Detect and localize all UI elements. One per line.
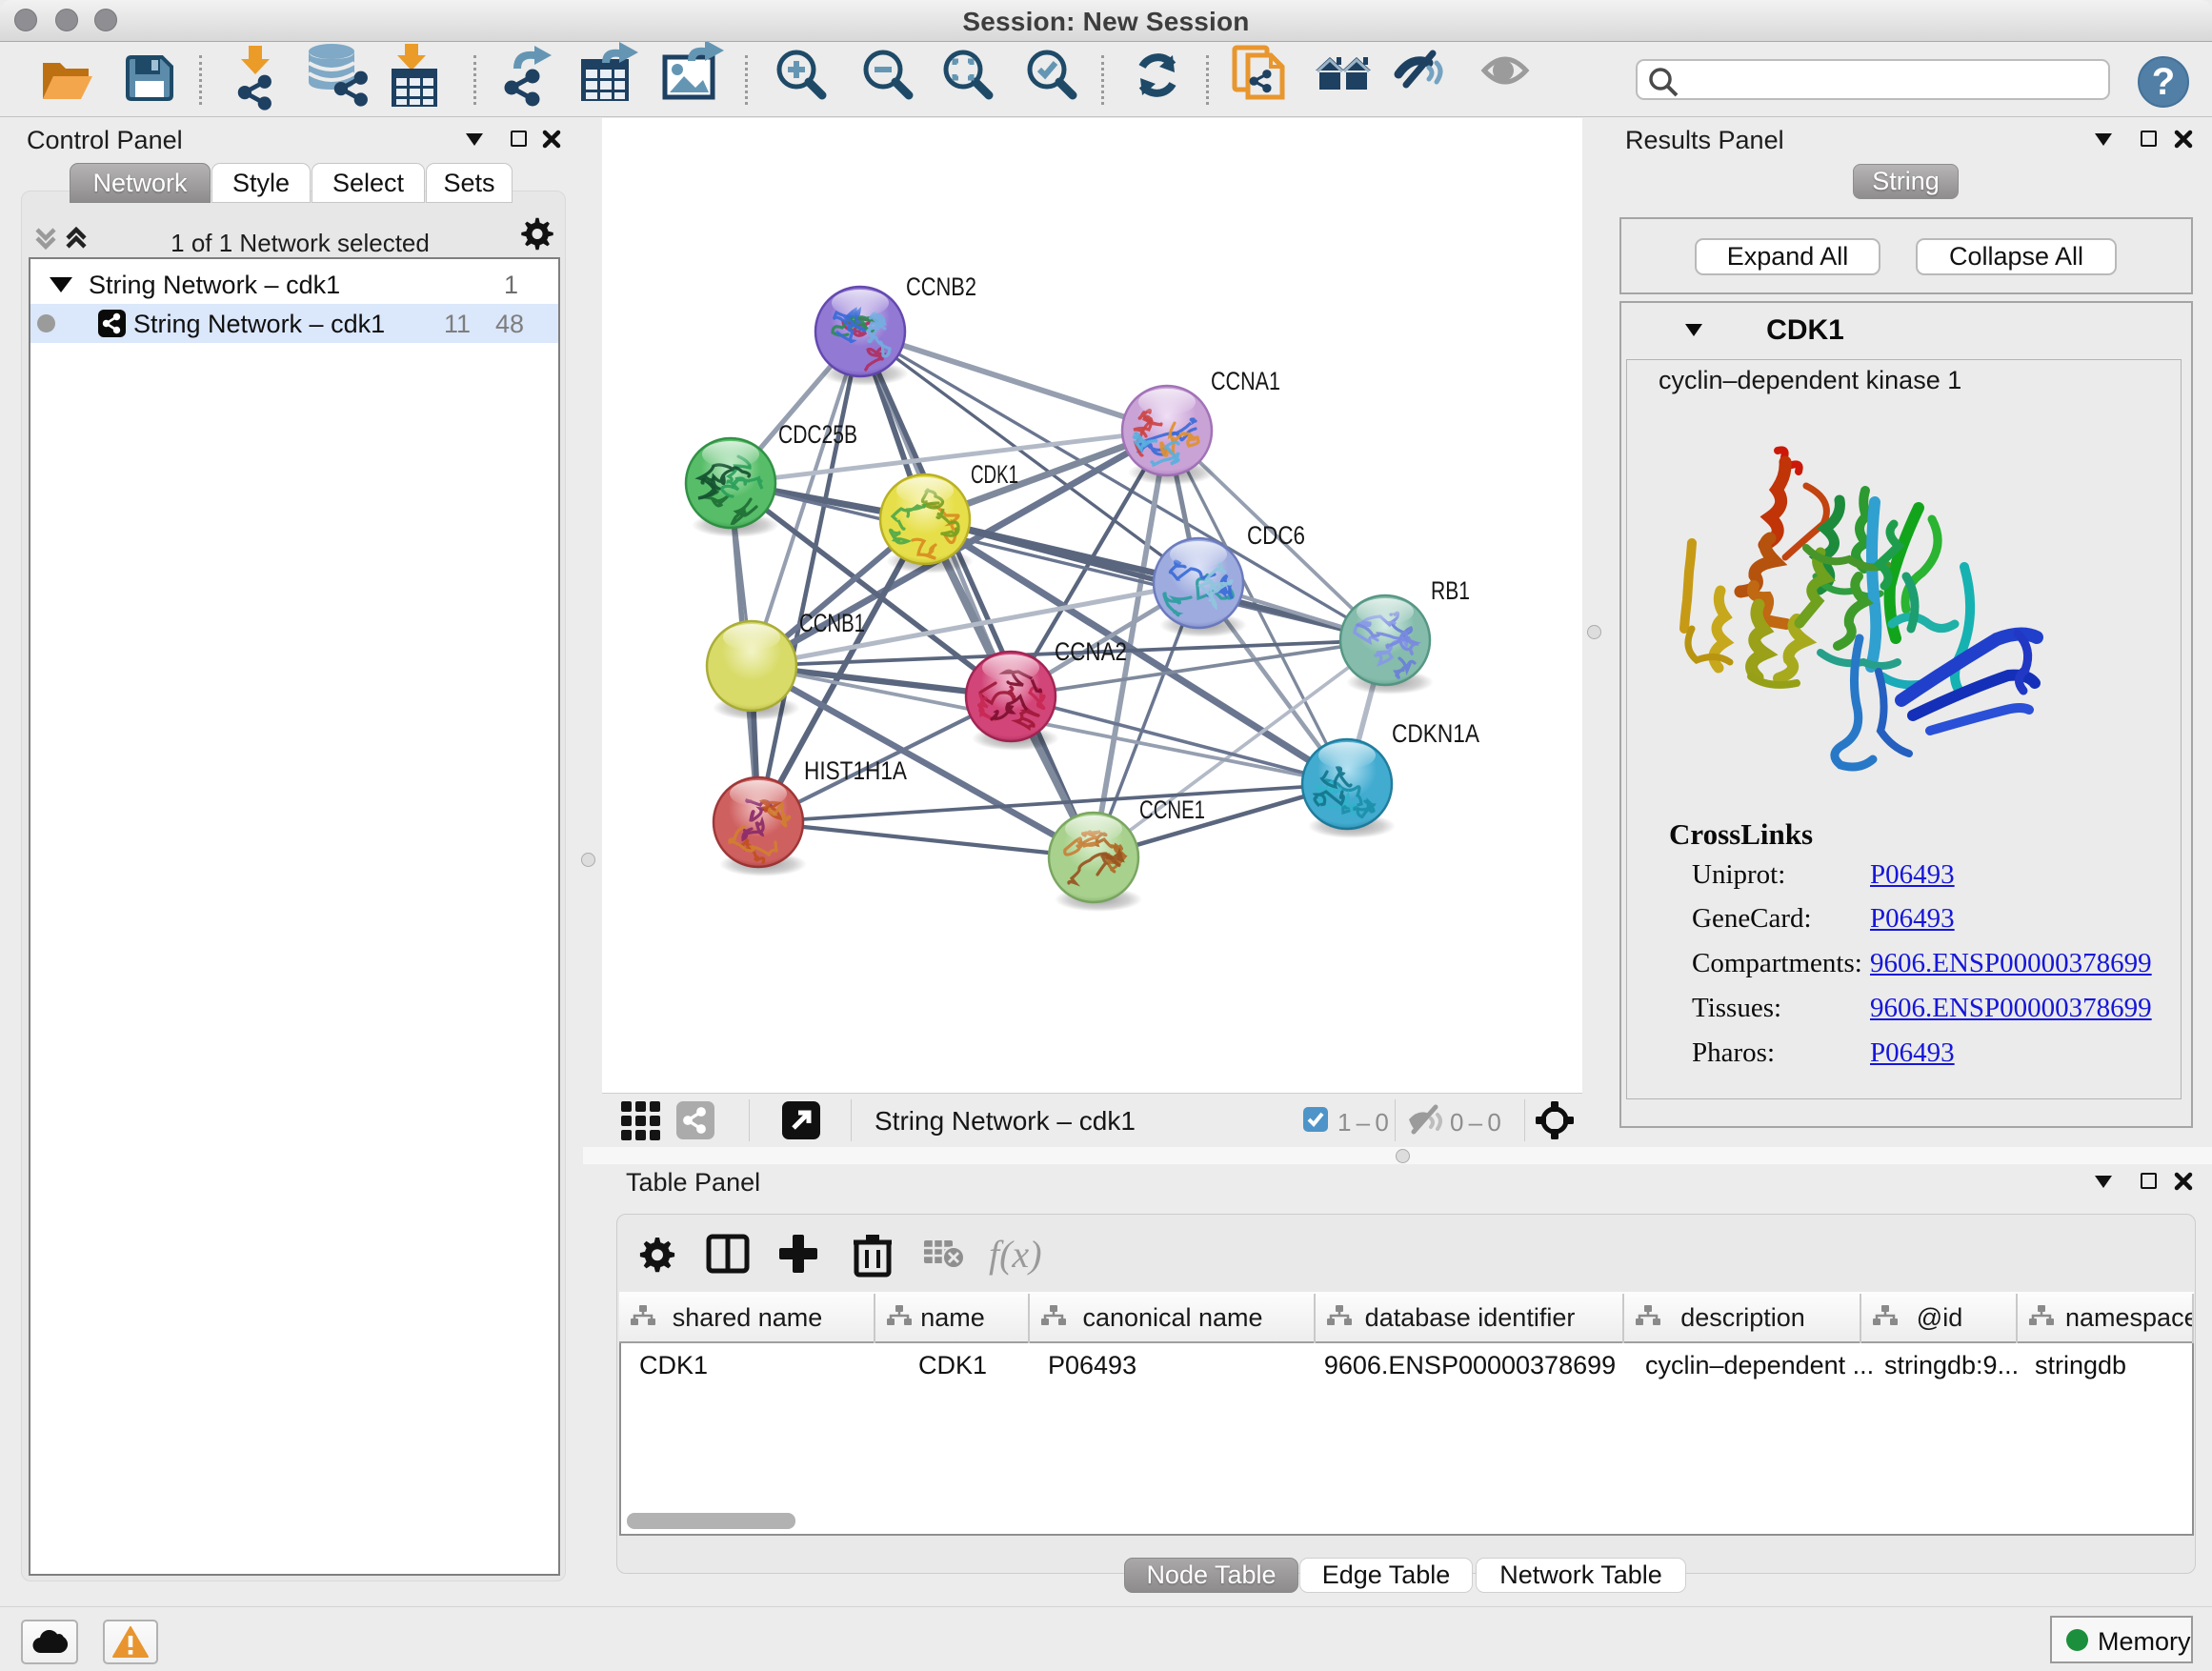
svg-text:HIST1H1A: HIST1H1A	[804, 756, 907, 785]
svg-text:CDC25B: CDC25B	[778, 420, 857, 449]
svg-text:CCNA1: CCNA1	[1211, 367, 1280, 395]
svg-text:f(x): f(x)	[989, 1233, 1042, 1276]
svg-text:CCNA2: CCNA2	[1055, 637, 1127, 666]
svg-text:CDKN1A: CDKN1A	[1392, 719, 1479, 748]
svg-text:RB1: RB1	[1431, 576, 1470, 605]
svg-text:CDK1: CDK1	[971, 460, 1018, 489]
svg-text:CCNB2: CCNB2	[906, 272, 976, 301]
svg-text:CDC6: CDC6	[1247, 521, 1305, 550]
svg-text:CCNB1: CCNB1	[799, 609, 865, 637]
svg-text:CCNE1: CCNE1	[1139, 795, 1205, 824]
